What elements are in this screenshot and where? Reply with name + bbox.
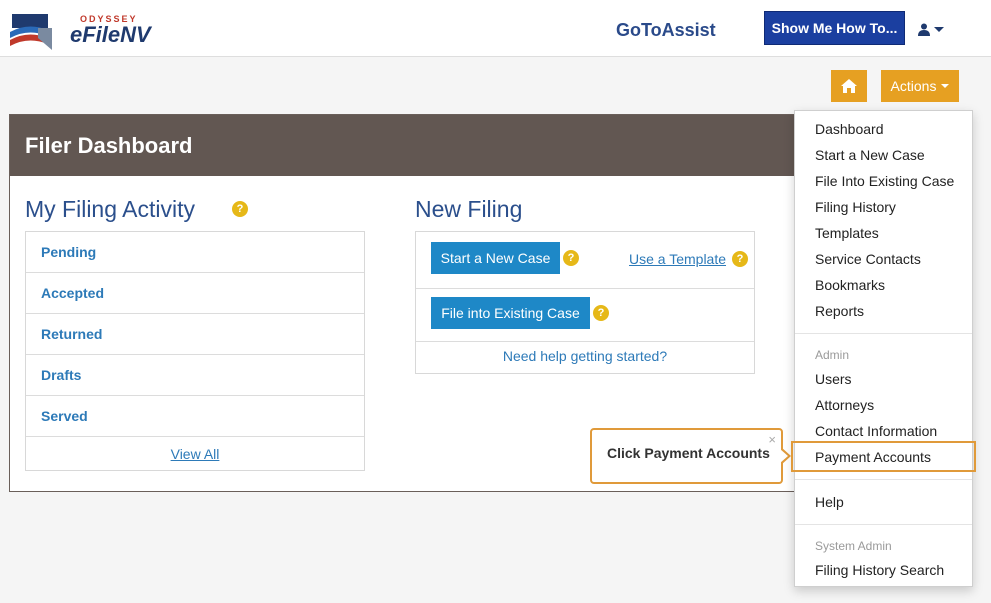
top-bar: ODYSSEY eFileNV GoToAssist Show Me How T… [0, 0, 991, 57]
new-filing-title: New Filing [415, 196, 523, 222]
use-template-link[interactable]: Use a Template [629, 251, 726, 267]
my-filing-activity-title: My Filing Activity [25, 196, 195, 222]
file-existing-case-button[interactable]: File into Existing Case [431, 297, 590, 329]
gotoassist-link[interactable]: GoToAssist [616, 20, 716, 41]
home-icon [841, 79, 857, 93]
user-menu-toggle[interactable] [918, 20, 948, 38]
new-filing-row-existing-case: File into Existing Case ? [416, 288, 754, 342]
tooltip-arrow-inner [780, 449, 788, 463]
nevada-flag-icon [10, 14, 52, 50]
menu-item-dashboard[interactable]: Dashboard [815, 121, 884, 137]
start-new-case-button[interactable]: Start a New Case [431, 242, 560, 274]
payment-accounts-tooltip: Click Payment Accounts × [590, 428, 783, 484]
activity-item-drafts[interactable]: Drafts [26, 355, 364, 396]
use-template-help-icon[interactable]: ? [732, 251, 748, 267]
menu-header-system-admin: System Admin [815, 539, 892, 553]
view-all-link[interactable]: View All [26, 446, 364, 462]
user-icon [918, 23, 930, 36]
menu-divider [795, 524, 972, 525]
caret-down-icon [941, 84, 950, 88]
menu-item-contact-information[interactable]: Contact Information [815, 423, 937, 439]
menu-header-admin: Admin [815, 348, 850, 362]
dashboard-title: Filer Dashboard [10, 115, 808, 176]
menu-item-templates[interactable]: Templates [815, 225, 879, 241]
filing-activity-list: Pending Accepted Returned Drafts Served … [25, 231, 365, 471]
menu-divider [795, 333, 972, 334]
menu-item-file-existing-case[interactable]: File Into Existing Case [815, 173, 954, 189]
activity-item-pending[interactable]: Pending [26, 232, 364, 273]
close-icon[interactable]: × [768, 432, 776, 447]
logo-efilenv-text: eFileNV [70, 22, 151, 47]
tooltip-text: Click Payment Accounts [607, 445, 770, 461]
file-existing-help-icon[interactable]: ? [593, 305, 609, 321]
efilenv-logo[interactable]: ODYSSEY eFileNV [8, 8, 151, 52]
menu-item-filing-history[interactable]: Filing History [815, 199, 896, 215]
menu-item-bookmarks[interactable]: Bookmarks [815, 277, 885, 293]
menu-divider [795, 479, 972, 480]
activity-item-returned[interactable]: Returned [26, 314, 364, 355]
new-filing-box: Start a New Case ? Use a Template ? File… [415, 231, 755, 374]
filing-activity-help-icon[interactable]: ? [232, 201, 248, 217]
activity-item-served[interactable]: Served [26, 396, 364, 437]
actions-label: Actions [890, 78, 937, 94]
start-new-case-help-icon[interactable]: ? [563, 250, 579, 266]
chevron-down-icon [934, 26, 944, 32]
menu-item-service-contacts[interactable]: Service Contacts [815, 251, 921, 267]
new-filing-row-new-case: Start a New Case ? Use a Template ? [416, 232, 754, 289]
menu-item-users[interactable]: Users [815, 371, 852, 387]
actions-dropdown-button[interactable]: Actions [881, 70, 959, 102]
need-help-link[interactable]: Need help getting started? [416, 348, 754, 364]
menu-item-payment-accounts[interactable]: Payment Accounts [815, 449, 931, 465]
activity-item-accepted[interactable]: Accepted [26, 273, 364, 314]
menu-item-reports[interactable]: Reports [815, 303, 864, 319]
menu-item-help[interactable]: Help [815, 494, 844, 510]
actions-dropdown-menu: Dashboard Start a New Case File Into Exi… [791, 110, 976, 587]
menu-item-attorneys[interactable]: Attorneys [815, 397, 874, 413]
show-me-how-button[interactable]: Show Me How To... [764, 11, 905, 45]
menu-item-filing-history-search[interactable]: Filing History Search [815, 562, 944, 578]
menu-item-start-new-case[interactable]: Start a New Case [815, 147, 925, 163]
home-button[interactable] [831, 70, 867, 102]
